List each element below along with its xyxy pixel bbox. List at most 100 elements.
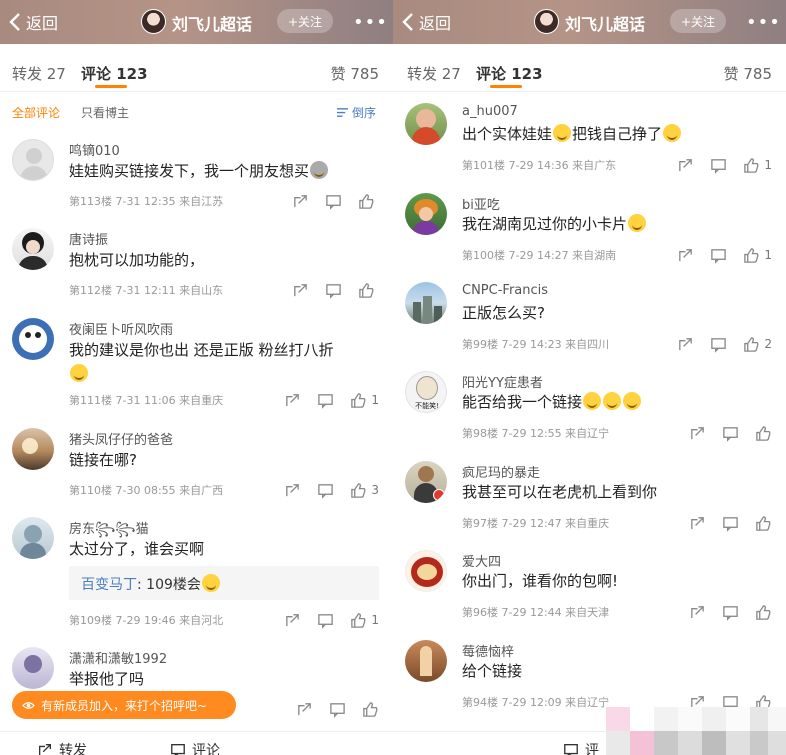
sort-button[interactable]: 倒序 xyxy=(336,104,376,121)
repost-button[interactable]: 转发 xyxy=(37,740,87,755)
reply-button[interactable] xyxy=(722,604,739,621)
reply-button[interactable] xyxy=(710,157,727,174)
comment-author[interactable]: 鸣镝010 xyxy=(69,140,120,159)
thumbs-up-icon xyxy=(756,604,771,620)
reply-button[interactable] xyxy=(710,247,727,264)
avatar[interactable]: 不能笑! xyxy=(405,371,447,413)
reply-button[interactable] xyxy=(722,425,739,442)
like-count: 1 xyxy=(764,158,772,172)
share-button[interactable] xyxy=(689,425,706,442)
like-button[interactable] xyxy=(755,425,772,442)
avatar[interactable] xyxy=(12,428,54,470)
avatar[interactable] xyxy=(12,139,54,181)
comment-actions xyxy=(276,192,379,210)
comment-author[interactable]: 夜阑臣卜听风吹雨 xyxy=(69,319,173,338)
share-button[interactable] xyxy=(284,612,301,629)
reply-button[interactable] xyxy=(722,515,739,532)
like-button[interactable] xyxy=(362,701,379,718)
avatar[interactable] xyxy=(12,228,54,270)
reply-text: : 109楼会 xyxy=(137,577,201,593)
like-button[interactable] xyxy=(358,282,379,299)
comment-author[interactable]: a_hu007 xyxy=(462,104,518,119)
comment-author[interactable]: bi亚吃 xyxy=(462,194,500,213)
reply-button[interactable] xyxy=(325,282,342,299)
share-button[interactable] xyxy=(689,604,706,621)
share-button[interactable] xyxy=(284,482,301,499)
tab-likes[interactable]: 赞 785 xyxy=(331,63,379,84)
new-member-toast[interactable]: 有新成员加入，来打个招呼吧~ xyxy=(12,691,236,719)
comment-meta: 第101楼 7-29 14:36 来自广东 xyxy=(462,159,617,172)
tab-likes[interactable]: 赞 785 xyxy=(724,63,772,84)
avatar[interactable] xyxy=(405,640,447,682)
reply-button[interactable] xyxy=(317,392,334,409)
avatar[interactable] xyxy=(405,193,447,235)
avatar[interactable] xyxy=(405,461,447,503)
reply-button[interactable] xyxy=(325,193,342,210)
tab-repost[interactable]: 转发 27 xyxy=(12,63,66,84)
avatar[interactable] xyxy=(405,282,447,324)
chevron-left-icon xyxy=(402,13,413,31)
comment-actions: 2 xyxy=(661,335,772,353)
share-button[interactable] xyxy=(689,515,706,532)
like-button[interactable]: 1 xyxy=(743,157,772,174)
topic-avatar[interactable] xyxy=(534,9,559,34)
avatar[interactable] xyxy=(405,103,447,145)
share-button[interactable] xyxy=(292,193,309,210)
top-bar: 返回 刘飞儿超话 +关注 ••• xyxy=(393,0,786,44)
emoji-icon xyxy=(310,161,329,179)
emoji-icon xyxy=(663,124,682,142)
tab-comments[interactable]: 评论 123 xyxy=(81,63,148,84)
like-button[interactable]: 3 xyxy=(350,482,379,499)
comment-icon xyxy=(318,613,334,629)
reply-author[interactable]: 百变马丁 xyxy=(81,577,137,593)
more-icon[interactable]: ••• xyxy=(746,12,781,33)
comment-filter: 全部评论 只看博主 倒序 xyxy=(0,93,393,129)
reply-button[interactable] xyxy=(329,701,346,718)
reply-button[interactable] xyxy=(317,482,334,499)
comment-author[interactable]: CNPC-Francis xyxy=(462,283,548,298)
share-button[interactable] xyxy=(284,392,301,409)
like-button[interactable]: 1 xyxy=(350,392,379,409)
share-button[interactable] xyxy=(296,701,313,718)
emoji-icon xyxy=(201,574,220,592)
filter-owner-only[interactable]: 只看博主 xyxy=(81,104,129,121)
follow-button[interactable]: +关注 xyxy=(670,9,726,33)
like-button[interactable] xyxy=(755,604,772,621)
comment-actions xyxy=(276,281,379,299)
comment-author[interactable]: 猪头凤仔仔的爸爸 xyxy=(69,429,173,448)
more-icon[interactable]: ••• xyxy=(353,12,388,33)
like-button[interactable]: 1 xyxy=(743,247,772,264)
comment-button[interactable]: 评 xyxy=(563,740,599,755)
reply-preview[interactable]: 百变马丁: 109楼会 xyxy=(69,566,379,600)
avatar[interactable] xyxy=(12,647,54,689)
comment-author[interactable]: 莓德恼梓 xyxy=(462,641,514,660)
comment-actions xyxy=(673,514,772,532)
comment-author[interactable]: 疯尼玛的暴走 xyxy=(462,462,540,481)
share-button[interactable] xyxy=(677,157,694,174)
like-button[interactable] xyxy=(755,515,772,532)
comment-button[interactable]: 评论 xyxy=(170,740,220,755)
comment-author[interactable]: 阳光YY症患者 xyxy=(462,372,543,391)
share-button[interactable] xyxy=(292,282,309,299)
comment-author[interactable]: 潇潇和潇敏1992 xyxy=(69,648,167,667)
reply-button[interactable] xyxy=(317,612,334,629)
tab-comments[interactable]: 评论 123 xyxy=(476,63,543,84)
comment-author[interactable]: 唐诗振 xyxy=(69,229,108,248)
back-button[interactable]: 返回 xyxy=(8,10,58,34)
avatar[interactable] xyxy=(12,318,54,360)
reply-button[interactable] xyxy=(710,336,727,353)
avatar[interactable] xyxy=(405,550,447,592)
share-button[interactable] xyxy=(677,336,694,353)
tab-repost[interactable]: 转发 27 xyxy=(407,63,461,84)
back-button[interactable]: 返回 xyxy=(401,10,451,34)
like-button[interactable]: 2 xyxy=(743,336,772,353)
comment-author[interactable]: 爱大四 xyxy=(462,551,501,570)
avatar[interactable] xyxy=(12,517,54,559)
like-button[interactable] xyxy=(358,193,379,210)
follow-button[interactable]: +关注 xyxy=(277,9,333,33)
comment-text: 正版怎么买? xyxy=(462,304,545,322)
topic-avatar[interactable] xyxy=(141,9,166,34)
like-button[interactable]: 1 xyxy=(350,612,379,629)
share-button[interactable] xyxy=(677,247,694,264)
filter-all[interactable]: 全部评论 xyxy=(12,104,60,121)
